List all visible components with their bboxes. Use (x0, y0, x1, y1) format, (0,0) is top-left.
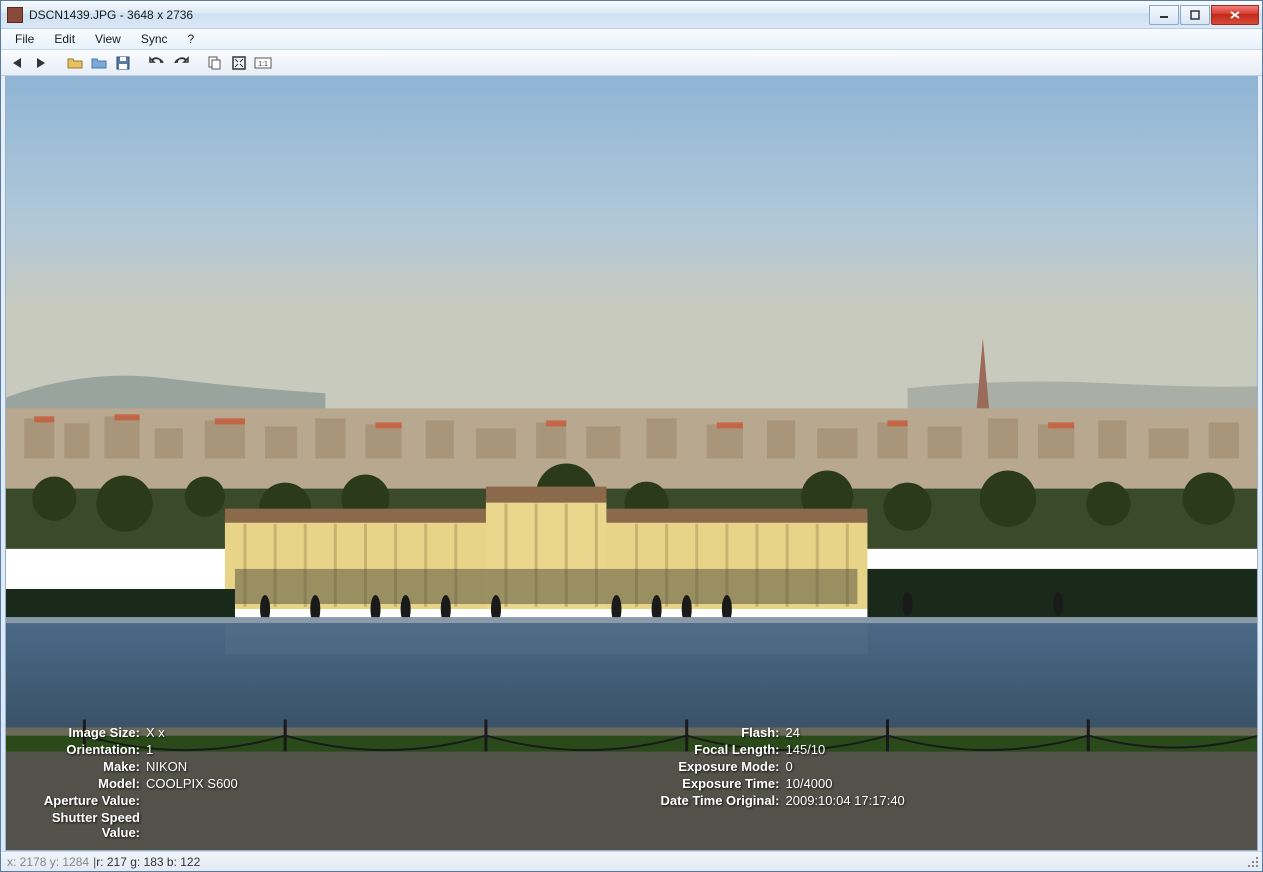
photo-content (6, 77, 1257, 850)
svg-text:1:1: 1:1 (258, 61, 268, 68)
redo-button[interactable] (171, 53, 191, 73)
maximize-button[interactable] (1180, 5, 1210, 25)
redo-icon (173, 56, 189, 70)
window-controls (1149, 5, 1260, 25)
fullscreen-icon (232, 56, 246, 70)
image-viewport[interactable]: Image Size:X xOrientation:1Make:NIKONMod… (5, 76, 1258, 851)
one-to-one-icon: 1:1 (254, 56, 272, 70)
close-icon (1229, 10, 1241, 20)
status-rgb: r: 217 g: 183 b: 122 (96, 855, 200, 869)
save-button[interactable] (113, 53, 133, 73)
resize-grip-icon[interactable] (1248, 857, 1260, 869)
menu-file[interactable]: File (5, 30, 44, 48)
minimize-button[interactable] (1149, 5, 1179, 25)
statusbar: x: 2178 y: 1284 | r: 217 g: 183 b: 122 (1, 851, 1262, 871)
titlebar[interactable]: DSCN1439.JPG - 3648 x 2736 (1, 1, 1262, 29)
arrow-left-icon (10, 56, 24, 70)
close-button[interactable] (1211, 5, 1259, 25)
fullscreen-button[interactable] (229, 53, 249, 73)
copy-button[interactable] (205, 53, 225, 73)
app-icon (7, 7, 23, 23)
menu-view[interactable]: View (85, 30, 131, 48)
app-window: DSCN1439.JPG - 3648 x 2736 File Edit Vie… (0, 0, 1263, 872)
browse-folder-button[interactable] (89, 53, 109, 73)
arrow-right-icon (34, 56, 48, 70)
open-file-button[interactable] (65, 53, 85, 73)
next-button[interactable] (31, 53, 51, 73)
undo-icon (149, 56, 165, 70)
menubar: File Edit View Sync ? (1, 29, 1262, 50)
window-title: DSCN1439.JPG - 3648 x 2736 (29, 8, 193, 22)
folder-open-icon (67, 56, 83, 70)
menu-sync[interactable]: Sync (131, 30, 178, 48)
toolbar: 1:1 (1, 50, 1262, 76)
status-coords: x: 2178 y: 1284 (7, 855, 89, 869)
minimize-icon (1159, 10, 1169, 20)
maximize-icon (1190, 10, 1200, 20)
menu-edit[interactable]: Edit (44, 30, 85, 48)
copy-icon (208, 56, 222, 70)
folder-icon (91, 56, 107, 70)
save-icon (116, 56, 130, 70)
actual-size-button[interactable]: 1:1 (253, 53, 273, 73)
undo-button[interactable] (147, 53, 167, 73)
prev-button[interactable] (7, 53, 27, 73)
menu-help[interactable]: ? (178, 30, 205, 48)
